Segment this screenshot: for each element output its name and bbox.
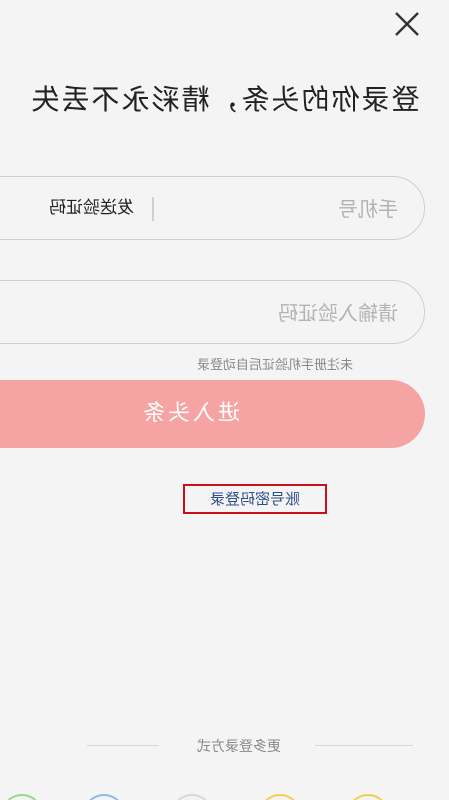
phone-input[interactable] <box>206 177 400 241</box>
login-page: 登录你的头条，精彩永不丢失 发送验证码 未注册手机验证后自动登录 进入头条 账号… <box>0 0 449 800</box>
verification-code-input[interactable] <box>206 281 400 345</box>
login-option-icon-4[interactable] <box>83 794 125 800</box>
phone-field[interactable]: 发送验证码 <box>0 176 425 241</box>
login-option-icon-3[interactable] <box>171 794 213 800</box>
login-option-icon-1[interactable] <box>347 794 389 800</box>
field-divider <box>152 197 154 221</box>
close-icon[interactable] <box>391 8 423 40</box>
page-title: 登录你的头条，精彩永不丢失 <box>29 83 420 116</box>
footer-divider-left <box>315 745 413 746</box>
send-code-button[interactable]: 发送验证码 <box>49 177 134 239</box>
mirrored-screen: 登录你的头条，精彩永不丢失 发送验证码 未注册手机验证后自动登录 进入头条 账号… <box>0 0 449 800</box>
footer-divider-right <box>87 745 159 746</box>
more-login-label: 更多登录方式 <box>197 739 281 755</box>
login-option-icon-2[interactable] <box>259 794 301 800</box>
verification-code-field[interactable] <box>0 280 425 345</box>
login-option-icon-5[interactable] <box>1 794 43 800</box>
password-login-link[interactable]: 账号密码登录 <box>183 484 327 514</box>
auto-login-hint: 未注册手机验证后自动登录 <box>196 358 353 373</box>
enter-toutiao-button[interactable]: 进入头条 <box>0 380 425 448</box>
